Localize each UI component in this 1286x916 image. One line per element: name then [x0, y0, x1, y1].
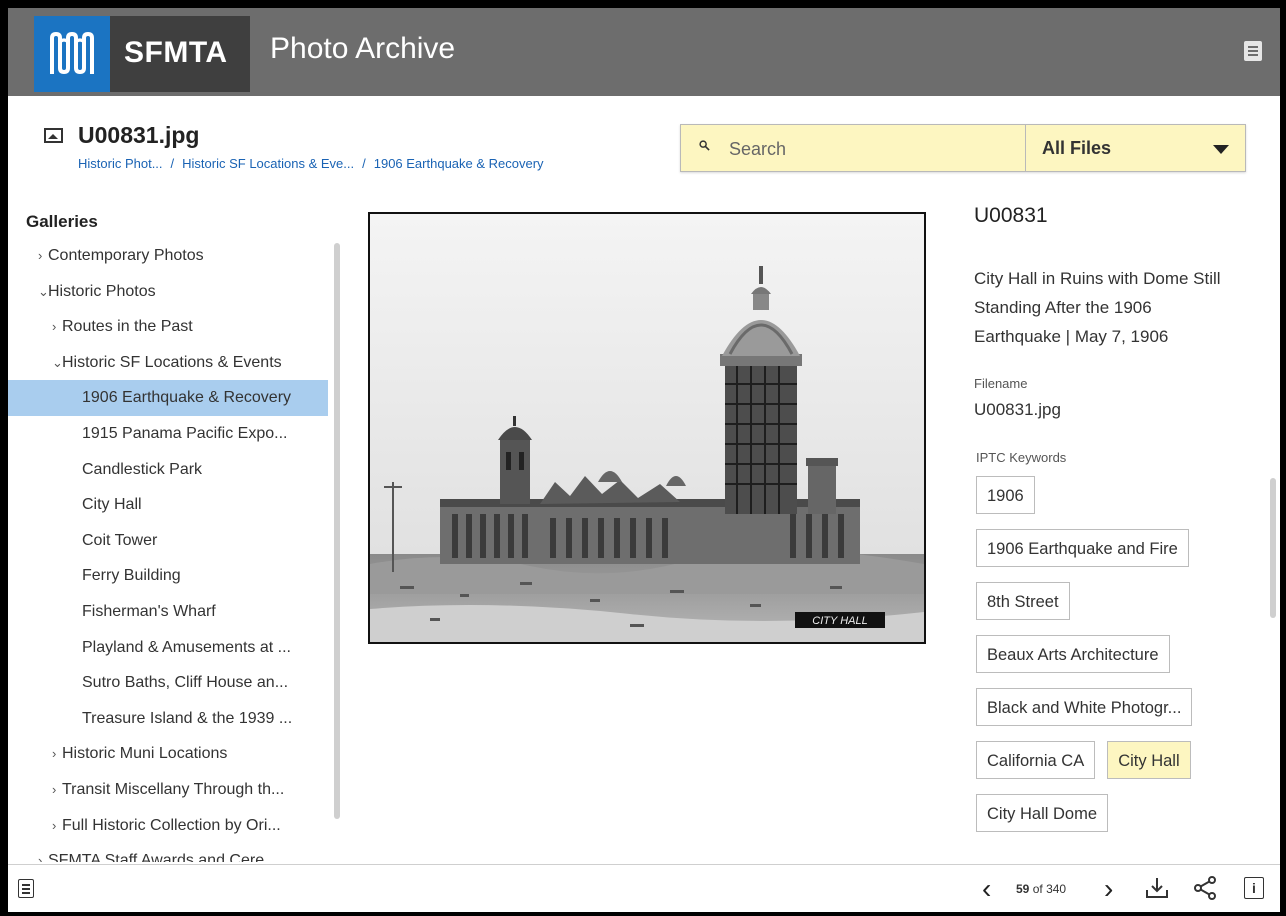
sidebar-item[interactable]: › SFMTA Staff Awards and Cere...: [8, 843, 328, 862]
sidebar-item-label: City Hall: [82, 496, 142, 514]
keyword-chip[interactable]: City Hall: [1107, 741, 1191, 779]
sidebar-item[interactable]: 1915 Panama Pacific Expo...: [8, 416, 328, 452]
keywords-list: 1906 1906 Earthquake and Fire 8th Street Be…: [976, 476, 1256, 847]
sfmta-logo-icon: [34, 16, 110, 92]
menu-icon[interactable]: [1244, 41, 1262, 61]
chevron-down-icon[interactable]: ⌄: [52, 345, 63, 381]
photo-image: CITY HALL: [370, 214, 924, 642]
sidebar-scrollbar[interactable]: [334, 243, 340, 819]
logo[interactable]: SFMTA: [34, 16, 250, 92]
share-icon[interactable]: [1192, 875, 1218, 901]
pager-current: 59: [1016, 882, 1030, 896]
sidebar-item-label: Fisherman's Wharf: [82, 602, 216, 620]
app-title: Photo Archive: [270, 32, 456, 65]
sidebar-item[interactable]: › Full Historic Collection by Ori...: [8, 808, 328, 844]
breadcrumb-separator: /: [170, 156, 175, 171]
chevron-down-icon: [1213, 145, 1229, 154]
keyword-chip[interactable]: Beaux Arts Architecture: [976, 635, 1170, 673]
sidebar-item[interactable]: Ferry Building: [8, 558, 328, 594]
chevron-right-icon[interactable]: ›: [1104, 873, 1113, 905]
sidebar-item[interactable]: › Historic Muni Locations: [8, 736, 328, 772]
info-icon[interactable]: i: [1244, 877, 1264, 899]
sidebar-item[interactable]: ⌄Historic Photos: [8, 274, 328, 310]
sidebar-item-label: 1915 Panama Pacific Expo...: [82, 424, 288, 442]
sidebar-item-label: Coit Tower: [82, 531, 158, 549]
keyword-chip[interactable]: California CA: [976, 741, 1096, 779]
file-filter-select[interactable]: All Files: [1026, 125, 1245, 171]
archive-photo[interactable]: CITY HALL: [368, 212, 926, 644]
chevron-right-icon[interactable]: ›: [52, 808, 62, 844]
sidebar-item-label: Contemporary Photos: [48, 247, 204, 264]
search-bar: All Files: [680, 124, 1246, 172]
details-scrollbar[interactable]: [1270, 478, 1276, 618]
sidebar-item-label: SFMTA Staff Awards and Cere...: [48, 852, 278, 862]
sidebar-item[interactable]: › Contemporary Photos: [8, 238, 328, 274]
sidebar-item[interactable]: › Routes in the Past: [8, 309, 328, 345]
sidebar-item-label: Treasure Island & the 1939 ...: [82, 709, 293, 727]
sidebar-item[interactable]: Fisherman's Wharf: [8, 594, 328, 630]
keyword-chip[interactable]: Black and White Photogr...: [976, 688, 1193, 726]
sidebar-item[interactable]: › Transit Miscellany Through th...: [8, 772, 328, 808]
chevron-right-icon[interactable]: ›: [52, 309, 62, 345]
breadcrumb-link[interactable]: Historic Phot...: [78, 156, 163, 171]
list-view-icon[interactable]: [18, 879, 34, 898]
sidebar-item-label: Historic SF Locations & Events: [62, 353, 282, 371]
search-icon: [699, 140, 710, 151]
gallery-sidebar: Galleries › Contemporary Photos ⌄Historic …: [8, 198, 344, 862]
sidebar-item[interactable]: Sutro Baths, Cliff House an...: [8, 665, 328, 701]
sidebar-item-label: Playland & Amusements at ...: [82, 638, 291, 656]
image-file-icon: [44, 128, 63, 143]
chevron-right-icon[interactable]: ›: [52, 736, 62, 772]
chevron-right-icon[interactable]: ›: [38, 843, 48, 862]
pager-total: 340: [1046, 882, 1067, 896]
sidebar-item[interactable]: Treasure Island & the 1939 ...: [8, 701, 328, 737]
details-panel: U00831 City Hall in Ruins with Dome Stil…: [956, 198, 1268, 862]
sidebar-item-label: Full Historic Collection by Ori...: [62, 816, 281, 834]
brand-name: SFMTA: [124, 36, 228, 69]
bottom-toolbar: ‹ 59 of 340 › i: [8, 864, 1280, 912]
keywords-label: IPTC Keywords: [976, 450, 1067, 465]
sidebar-item[interactable]: Playland & Amusements at ...: [8, 630, 328, 666]
photo-caption-label: CITY HALL: [812, 615, 867, 627]
sidebar-item-label: Historic Muni Locations: [62, 745, 228, 763]
page-title: U00831.jpg: [78, 122, 200, 148]
detail-id: U00831: [974, 204, 1048, 227]
keyword-chip[interactable]: City Hall Dome: [976, 794, 1109, 832]
sidebar-item-label: Ferry Building: [82, 567, 181, 585]
keyword-chip[interactable]: 1906 Earthquake and Fire: [976, 529, 1189, 567]
app-window: SFMTA Photo Archive U00831.jpg Historic …: [8, 8, 1280, 912]
galleries-heading: Galleries: [26, 212, 98, 231]
gallery-tree: › Contemporary Photos ⌄Historic Photos › Rou…: [8, 238, 328, 862]
sidebar-item-label: 1906 Earthquake & Recovery: [82, 389, 292, 407]
chevron-right-icon[interactable]: ›: [52, 772, 62, 808]
download-icon[interactable]: [1144, 875, 1170, 901]
keyword-chip[interactable]: 8th Street: [976, 582, 1070, 620]
chevron-down-icon[interactable]: ⌄: [38, 274, 49, 310]
sidebar-item[interactable]: City Hall: [8, 487, 328, 523]
breadcrumb-link[interactable]: Historic SF Locations & Eve...: [182, 156, 354, 171]
breadcrumb: Historic Phot... / Historic SF Locations &…: [78, 156, 544, 171]
detail-description: City Hall in Ruins with Dome Still Stand…: [974, 269, 1221, 346]
pager-of: of: [1032, 882, 1043, 896]
sidebar-item-label: Routes in the Past: [62, 318, 193, 336]
sidebar-item-label: Sutro Baths, Cliff House an...: [82, 674, 289, 692]
keyword-chip[interactable]: 1906: [976, 476, 1035, 514]
sidebar-item[interactable]: Candlestick Park: [8, 452, 328, 488]
pager-indicator: 59 of 340: [1016, 882, 1066, 896]
sidebar-item[interactable]: 1906 Earthquake & Recovery: [8, 380, 328, 416]
search-input[interactable]: [727, 136, 1011, 162]
chevron-right-icon[interactable]: ›: [38, 238, 48, 274]
filename-label: Filename: [974, 376, 1028, 391]
breadcrumb-link[interactable]: 1906 Earthquake & Recovery: [374, 156, 544, 171]
sidebar-item[interactable]: Coit Tower: [8, 523, 328, 559]
sidebar-item-label: Historic Photos: [48, 282, 156, 300]
sidebar-item-label: Candlestick Park: [82, 460, 203, 478]
filename-value: U00831.jpg: [974, 400, 1061, 419]
sidebar-item[interactable]: ⌄Historic SF Locations & Events: [8, 345, 328, 381]
filter-selected-value: All Files: [1042, 138, 1112, 158]
top-header: SFMTA Photo Archive: [8, 8, 1280, 96]
chevron-left-icon[interactable]: ‹: [982, 873, 991, 905]
breadcrumb-separator: /: [362, 156, 366, 171]
sidebar-item-label: Transit Miscellany Through th...: [62, 780, 285, 798]
